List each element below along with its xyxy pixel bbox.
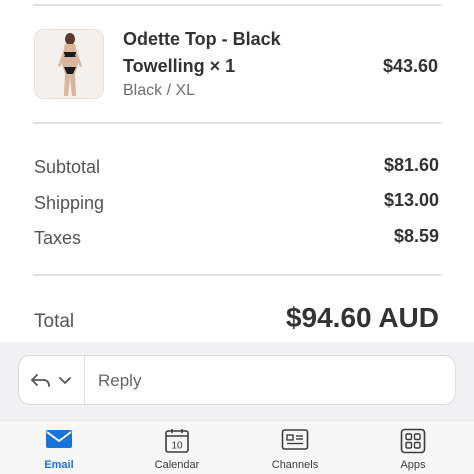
chevron-down-icon xyxy=(59,377,71,384)
top-divider xyxy=(33,4,441,6)
mail-icon xyxy=(46,430,72,448)
reply-label: Reply xyxy=(98,371,142,390)
apps-icon xyxy=(400,428,426,454)
total-value: $94.60 AUD xyxy=(285,302,439,333)
tab-calendar-label: Calendar xyxy=(154,459,200,471)
shipping-value: $13.00 xyxy=(383,190,439,210)
calendar-icon: 10 xyxy=(165,429,189,453)
product-image xyxy=(35,30,103,98)
product-variant: Black / XL xyxy=(123,82,196,99)
reply-options-toggle[interactable] xyxy=(29,370,77,392)
product-name: Odette Top - Black Towelling × 1 xyxy=(123,29,281,76)
bottom-tab-bar: Email 10 Calendar Channels Apps xyxy=(0,420,474,474)
tab-channels-label: Channels xyxy=(271,459,319,471)
total-label: Total xyxy=(34,311,75,332)
product-thumbnail[interactable] xyxy=(34,29,104,99)
product-divider xyxy=(33,122,441,124)
product-price: $43.60 xyxy=(382,56,438,76)
channels-icon xyxy=(281,429,309,450)
reply-button[interactable]: Reply xyxy=(18,355,456,405)
tab-email-label: Email xyxy=(44,459,74,471)
tab-calendar[interactable]: 10 Calendar xyxy=(118,421,236,474)
total-divider xyxy=(33,274,441,276)
subtotal-value: $81.60 xyxy=(383,155,439,175)
reply-divider xyxy=(84,356,85,404)
shipping-label: Shipping xyxy=(34,193,105,213)
reply-arrow-icon xyxy=(31,374,50,387)
subtotal-label: Subtotal xyxy=(34,157,101,177)
calendar-day: 10 xyxy=(171,441,183,452)
tab-email[interactable]: Email xyxy=(0,421,118,474)
tab-apps[interactable]: Apps xyxy=(354,421,472,474)
taxes-value: $8.59 xyxy=(393,226,439,246)
tab-apps-label: Apps xyxy=(400,459,426,471)
tab-channels[interactable]: Channels xyxy=(236,421,354,474)
taxes-label: Taxes xyxy=(34,228,82,248)
